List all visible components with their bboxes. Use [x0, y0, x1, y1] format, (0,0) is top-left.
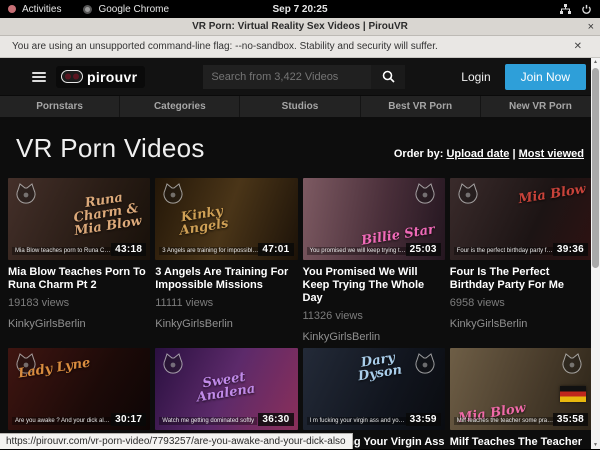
order-by-label: Order by: — [394, 148, 444, 160]
thumb-overlay-text: Sweet Analena — [184, 368, 267, 406]
video-views: 19183 views — [8, 297, 150, 309]
video-thumbnail[interactable]: Sweet Analena Watch me getting dominated… — [155, 348, 297, 430]
duration-badge: 33:59 — [406, 413, 441, 426]
nav-studios[interactable]: Studios — [240, 96, 360, 117]
video-card[interactable]: Mia Blow Milf teaches the teacher some p… — [450, 348, 592, 449]
thumb-caption: Milf teaches the teacher some practical … — [454, 417, 556, 425]
search-input[interactable] — [203, 65, 371, 89]
logo-text: pirouvr — [87, 69, 137, 85]
infobar-close-button[interactable]: ✕ — [574, 41, 588, 52]
nav-new-vr-porn[interactable]: New VR Porn — [481, 96, 600, 117]
page-title: VR Porn Videos — [16, 133, 205, 164]
chrome-icon — [83, 5, 92, 14]
video-studio-link[interactable]: KinkyGirlsBerlin — [155, 318, 297, 330]
cat-mask-logo-icon — [161, 352, 185, 376]
duration-badge: 36:30 — [258, 413, 293, 426]
scroll-up-arrow-icon[interactable]: ▲ — [593, 58, 598, 66]
app-name-label[interactable]: Google Chrome — [98, 4, 169, 15]
duration-badge: 25:03 — [406, 243, 441, 256]
video-views: 11111 views — [155, 297, 297, 309]
notification-dot-icon — [8, 5, 16, 13]
order-upload-date-link[interactable]: Upload date — [446, 148, 509, 160]
activities-button[interactable]: Activities — [22, 4, 61, 15]
thumb-caption: Mia Blow teaches porn to Runa Charm pt 2 — [12, 247, 114, 255]
video-thumbnail[interactable]: Mia Blow Four is the perfect birthday pa… — [450, 178, 592, 260]
video-studio-link[interactable]: KinkyGirlsBerlin — [450, 318, 592, 330]
page-heading-row: VR Porn Videos Order by: Upload date | M… — [0, 117, 600, 178]
main-nav: Pornstars Categories Studios Best VR Por… — [0, 95, 600, 117]
thumb-caption: I m fucking your virgin ass and you will… — [307, 417, 409, 425]
video-studio-link[interactable]: KinkyGirlsBerlin — [8, 318, 150, 330]
cat-mask-logo-icon — [14, 182, 38, 206]
video-title[interactable]: Four Is The Perfect Birthday Party For M… — [450, 266, 592, 292]
scrollbar-thumb[interactable] — [592, 68, 599, 268]
site-header: pirouvr Login Join Now — [0, 58, 600, 95]
search-button[interactable] — [371, 65, 405, 89]
video-thumbnail[interactable]: Billie Star You promised we will keep tr… — [303, 178, 445, 260]
search-group — [203, 65, 405, 89]
window-titlebar: VR Porn: Virtual Reality Sex Videos | Pi… — [0, 18, 600, 36]
infobar-message: You are using an unsupported command-lin… — [12, 41, 438, 52]
video-title[interactable]: Mia Blow Teaches Porn To Runa Charm Pt 2 — [8, 266, 150, 292]
video-thumbnail[interactable]: Dary Dyson I m fucking your virgin ass a… — [303, 348, 445, 430]
video-grid: Runa Charm & Mia Blow Mia Blow teaches p… — [0, 178, 600, 449]
search-icon — [382, 70, 395, 83]
page-scrollbar[interactable]: ▲ ▼ — [591, 58, 600, 449]
video-thumbnail[interactable]: Lady Lyne Are you awake ? And your dick … — [8, 348, 150, 430]
site-logo[interactable]: pirouvr — [56, 66, 145, 88]
video-card[interactable]: Mia Blow Four is the perfect birthday pa… — [450, 178, 592, 343]
thumb-overlay-text: Dary Dyson — [337, 348, 420, 386]
power-icon[interactable] — [581, 4, 592, 15]
window-title: VR Porn: Virtual Reality Sex Videos | Pi… — [192, 21, 408, 32]
thumb-caption: 3 Angels are training for impossible mis… — [159, 247, 261, 255]
status-url-tooltip: https://pirouvr.com/vr-porn-video/779325… — [0, 433, 353, 449]
cat-mask-logo-icon — [413, 182, 437, 206]
nav-best-vr-porn[interactable]: Best VR Porn — [361, 96, 481, 117]
thumb-caption: Watch me getting dominated softly — [159, 417, 257, 425]
video-title[interactable]: You Promised We Will Keep Trying The Who… — [303, 266, 445, 305]
network-tree-icon[interactable] — [560, 4, 571, 15]
video-card[interactable]: Billie Star You promised we will keep tr… — [303, 178, 445, 343]
video-views: 6958 views — [450, 297, 592, 309]
german-flag-icon — [560, 386, 586, 402]
video-thumbnail[interactable]: Mia Blow Milf teaches the teacher some p… — [450, 348, 592, 430]
video-views: 11326 views — [303, 310, 445, 322]
thumb-overlay-text: Mia Blow — [517, 183, 586, 206]
video-thumbnail[interactable]: Kinky Angels 3 Angels are training for i… — [155, 178, 297, 260]
video-title[interactable]: Milf Teaches The Teacher Some Practical … — [450, 436, 592, 449]
video-title[interactable]: 3 Angels Are Training For Impossible Mis… — [155, 266, 297, 292]
menu-hamburger-icon[interactable] — [32, 72, 46, 82]
video-studio-link[interactable]: KinkyGirlsBerlin — [303, 331, 445, 343]
login-link[interactable]: Login — [461, 70, 490, 84]
thumb-caption: Four is the perfect birthday party for m… — [454, 247, 556, 255]
order-most-viewed-link[interactable]: Most viewed — [519, 148, 584, 160]
chrome-infobar: You are using an unsupported command-lin… — [0, 36, 600, 58]
browser-viewport: pirouvr Login Join Now Pornstars Categor… — [0, 58, 600, 449]
video-thumbnail[interactable]: Runa Charm & Mia Blow Mia Blow teaches p… — [8, 178, 150, 260]
duration-badge: 43:18 — [111, 243, 146, 256]
desktop-top-bar: Activities Google Chrome Sep 7 20:25 — [0, 0, 600, 18]
cat-mask-logo-icon — [560, 352, 584, 376]
video-card[interactable]: Kinky Angels 3 Angels are training for i… — [155, 178, 297, 343]
order-by-controls: Order by: Upload date | Most viewed — [394, 148, 584, 164]
nav-categories[interactable]: Categories — [120, 96, 240, 117]
thumb-caption: Are you awake ? And your dick also ? — [12, 417, 114, 425]
duration-badge: 39:36 — [553, 243, 588, 256]
thumb-overlay-text: Kinky Angels — [162, 202, 245, 240]
duration-badge: 30:17 — [111, 413, 146, 426]
window-close-button[interactable]: × — [588, 18, 594, 36]
order-separator: | — [509, 148, 518, 160]
duration-badge: 47:01 — [258, 243, 293, 256]
cat-mask-logo-icon — [456, 182, 480, 206]
scroll-down-arrow-icon[interactable]: ▼ — [593, 441, 598, 449]
thumb-overlay-text: Runa Charm & Mia Blow — [64, 188, 149, 239]
video-card[interactable]: Runa Charm & Mia Blow Mia Blow teaches p… — [8, 178, 150, 343]
cat-mask-logo-icon — [161, 182, 185, 206]
nav-pornstars[interactable]: Pornstars — [0, 96, 120, 117]
duration-badge: 35:58 — [553, 413, 588, 426]
thumb-caption: You promised we will keep trying the who… — [307, 247, 409, 255]
join-now-button[interactable]: Join Now — [505, 64, 586, 90]
vr-headset-icon — [61, 70, 83, 83]
